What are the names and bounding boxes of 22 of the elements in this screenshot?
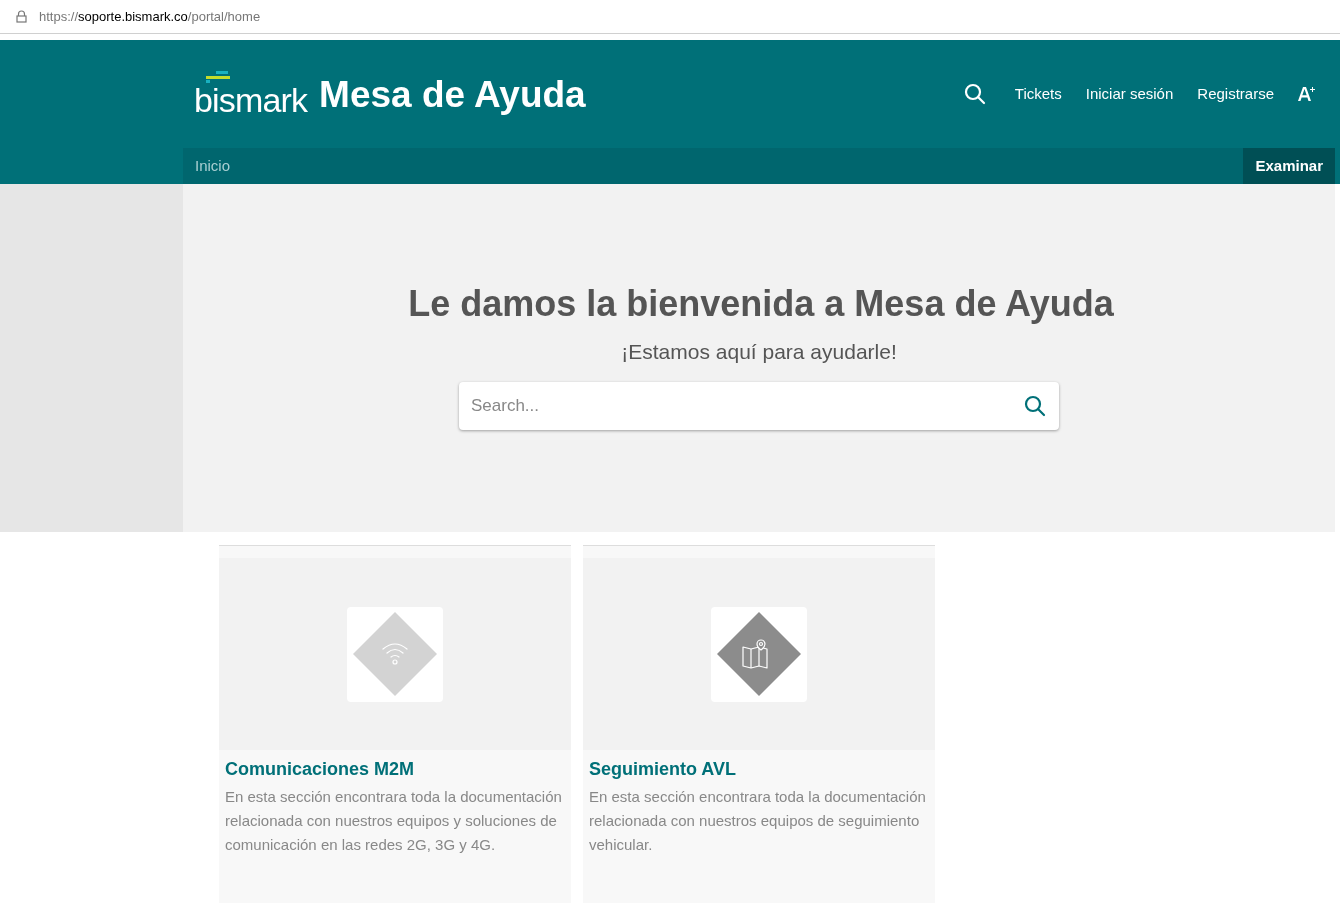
nav-link[interactable]: Iniciar sesión [1085, 82, 1174, 106]
card-title[interactable]: Seguimiento AVL [589, 756, 929, 783]
nav-link[interactable]: Registrarse [1197, 82, 1274, 106]
category-card[interactable]: Seguimiento AVL En esta sección encontrara toda la documentación relacionada con nuestros equipos de seguimiento vehicular. [583, 545, 935, 903]
search-field[interactable]: Search... [459, 381, 1059, 430]
category-card[interactable]: Comunicaciones M2M En esta sección encontrara toda la documentación relacionada con nuestros equipos y soluciones de comunicación en las redes 2G, 3G y 4G. [219, 545, 571, 903]
url-text[interactable]: https://soporte.bismark.co/portal/home [39, 6, 261, 27]
nav-link[interactable]: Tickets [1014, 82, 1062, 106]
browse-button[interactable]: Examinar [1243, 148, 1335, 184]
breadcrumb-link[interactable]: Inicio [183, 154, 231, 178]
logo[interactable]: bismark [194, 71, 308, 117]
site-title: Mesa de Ayuda [319, 75, 586, 113]
search-button[interactable] [962, 82, 987, 106]
card-description: En esta sección encontrara toda la documentación relacionada con nuestros equipos y soluciones de comunicación en las redes 2G, 3G y 4G. [225, 787, 563, 855]
lock-icon [16, 10, 27, 23]
hero-title: Le damos la bienvenida a Mesa de Ayuda [408, 282, 1114, 326]
search-icon [962, 82, 987, 106]
text-size-icon[interactable] [1298, 86, 1316, 102]
card-title[interactable]: Comunicaciones M2M [225, 756, 565, 783]
hero-subtitle: ¡Estamos aquí para ayudarle! [621, 339, 897, 365]
search-icon [1023, 393, 1047, 418]
card-description: En esta sección encontrara toda la documentación relacionada con nuestros equipos de seguimiento vehicular. [589, 787, 927, 855]
